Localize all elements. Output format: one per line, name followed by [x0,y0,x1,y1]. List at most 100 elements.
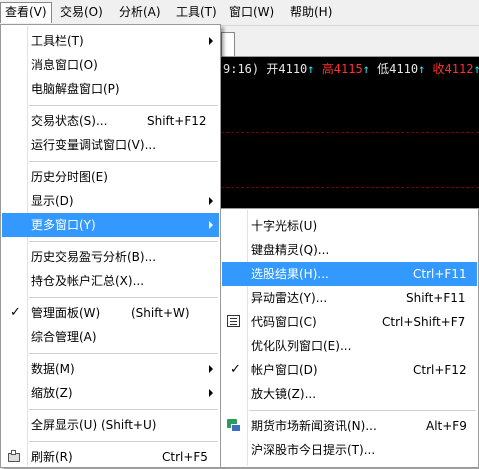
menu-tools[interactable]: 工具(T) [172,2,221,23]
tab-strip [221,30,479,57]
news-icon [227,419,241,432]
menu-item-trade-status[interactable]: 交易状态(S)... Shift+F12 [2,109,219,133]
menu-item-futures-news[interactable]: 期货市场新闻资讯(N)... Alt+F9 [222,414,477,438]
menu-item-label: 更多窗口(Y) [31,218,96,232]
menu-separator [249,410,476,411]
more-windows-submenu: 十字光标(U) 键盘精灵(Q)... 选股结果(H)... Ctrl+F11 异… [220,208,479,468]
up-arrow-icon: ↑ [473,62,479,76]
menu-item-refresh[interactable]: 刷新(R) Ctrl+F5 [2,445,219,469]
menu-bar: 查看(V) 交易(O) 分析(A) 工具(T) 窗口(W) 帮助(H) [0,0,479,26]
menu-separator [29,353,218,354]
menu-item-history-pnl[interactable]: 历史交易盈亏分析(B)... [2,245,219,269]
menu-item-label: 放大镜(Z)... [251,387,317,401]
menu-item-anomaly-radar[interactable]: 异动雷达(Y)... Shift+F11 [222,286,477,310]
menu-item-label: 缩放(Z) [31,386,73,400]
refresh-icon [7,450,21,464]
up-arrow-icon: ↑ [362,62,370,76]
menu-window[interactable]: 窗口(W) [225,2,278,23]
menu-separator [29,441,218,442]
submenu-arrow-icon [209,221,213,229]
menu-item-label: 全屏显示(U) (Shift+U) [31,418,157,432]
menu-item-label: 期货市场新闻资讯(N)... [251,419,377,433]
quote-panel: 9:16) 开4110↑ 高4115↑ 低4110↑ 收4112↑ [221,57,479,220]
submenu-arrow-icon [209,37,213,45]
grid-line [221,132,479,133]
menu-item-shortcut: Ctrl+F5 [162,450,208,464]
checkmark-icon: ✓ [230,362,241,377]
menu-item-var-debug-window[interactable]: 运行变量调试窗口(V)... [2,133,219,157]
grid-line [221,187,479,188]
menu-item-shortcut: Ctrl+Shift+F7 [382,315,466,329]
up-arrow-icon: ↑ [307,62,315,76]
menu-trade[interactable]: 交易(O) [56,2,107,23]
menu-item-label: 综合管理(A) [31,330,97,344]
menu-item-message-window[interactable]: 消息窗口(O) [2,53,219,77]
menu-item-account-window[interactable]: ✓ 帐户窗口(D) Ctrl+F12 [222,358,477,382]
menu-item-label: 持仓及帐户汇总(X)... [31,274,145,288]
menu-separator [29,409,218,410]
menu-view[interactable]: 查看(V) [0,2,52,23]
chart-tab[interactable] [221,32,235,56]
menu-item-shortcut: (Shift+W) [131,306,190,320]
submenu-arrow-icon [209,365,213,373]
menu-item-label: 代码窗口(C) [251,315,317,329]
menu-item-display[interactable]: 显示(D) [2,189,219,213]
menu-item-label: 帐户窗口(D) [251,363,318,377]
menu-separator [29,297,218,298]
submenu-arrow-icon [209,197,213,205]
menu-item-pc-unlock-window[interactable]: 电脑解盘窗口(P) [2,77,219,101]
menu-item-magnifier[interactable]: 放大镜(Z)... [222,382,477,406]
menu-item-stock-picker-results[interactable]: 选股结果(H)... Ctrl+F11 [222,262,477,286]
menu-item-shortcut: Ctrl+F12 [413,363,467,377]
menu-item-keyboard-wizard[interactable]: 键盘精灵(Q)... [222,238,477,262]
menu-item-label: 刷新(R) [31,450,73,464]
up-arrow-icon: ↑ [418,62,426,76]
menu-item-management-panel[interactable]: ✓ 管理面板(W) (Shift+W) [2,301,219,325]
menu-item-data[interactable]: 数据(M) [2,357,219,381]
close-label: 收 [432,62,445,76]
menu-item-shsz-today-tips[interactable]: 沪深股市今日提示(T)... [222,438,477,462]
low-label: 低 [377,62,390,76]
menu-item-crosshair[interactable]: 十字光标(U) [222,214,477,238]
menu-item-shortcut: Alt+F9 [426,419,467,433]
menu-item-shortcut: Shift+F12 [147,114,207,128]
close-value: 4112 [444,62,474,76]
menu-item-shortcut: Ctrl+F11 [413,267,467,281]
menu-item-label: 选股结果(H)... [251,267,329,281]
menu-item-shortcut: Shift+F11 [406,291,466,305]
menu-item-label: 消息窗口(O) [31,58,98,72]
menu-item-label: 工具栏(T) [31,34,84,48]
menu-item-label: 键盘精灵(Q)... [251,243,330,257]
menu-item-general-management[interactable]: 综合管理(A) [2,325,219,349]
menu-item-label: 优化队列窗口(E)... [251,339,352,353]
code-window-icon [227,315,240,327]
low-value: 4110 [389,62,419,76]
submenu-arrow-icon [209,389,213,397]
menu-item-zoom[interactable]: 缩放(Z) [2,381,219,405]
menu-item-label: 交易状态(S)... [31,114,108,128]
menu-item-label: 显示(D) [31,194,74,208]
quote-time: 9:16) [223,62,260,76]
menu-item-label: 异动雷达(Y)... [251,291,328,305]
menu-separator [29,161,218,162]
menu-item-history-intraday[interactable]: 历史分时图(E) [2,165,219,189]
menu-item-label: 管理面板(W) [31,306,101,320]
menu-item-fullscreen[interactable]: 全屏显示(U) (Shift+U) [2,413,219,437]
menu-help[interactable]: 帮助(H) [286,2,336,23]
high-value: 4115 [333,62,363,76]
menu-item-more-windows[interactable]: 更多窗口(Y) [2,213,219,237]
checkmark-icon: ✓ [10,305,21,320]
menu-item-code-window[interactable]: 代码窗口(C) Ctrl+Shift+F7 [222,310,477,334]
menu-item-toolbar[interactable]: 工具栏(T) [2,29,219,53]
open-value: 4110 [278,62,308,76]
menu-separator [29,241,218,242]
menu-item-label: 历史分时图(E) [31,170,108,184]
menu-separator [29,105,218,106]
open-label: 开 [266,62,279,76]
menu-analysis[interactable]: 分析(A) [115,2,165,23]
menu-item-label: 十字光标(U) [251,219,318,233]
view-menu: 工具栏(T) 消息窗口(O) 电脑解盘窗口(P) 交易状态(S)... Shif… [0,24,221,468]
menu-item-position-summary[interactable]: 持仓及帐户汇总(X)... [2,269,219,293]
menu-item-label: 数据(M) [31,362,75,376]
menu-item-optimized-queue-window[interactable]: 优化队列窗口(E)... [222,334,477,358]
